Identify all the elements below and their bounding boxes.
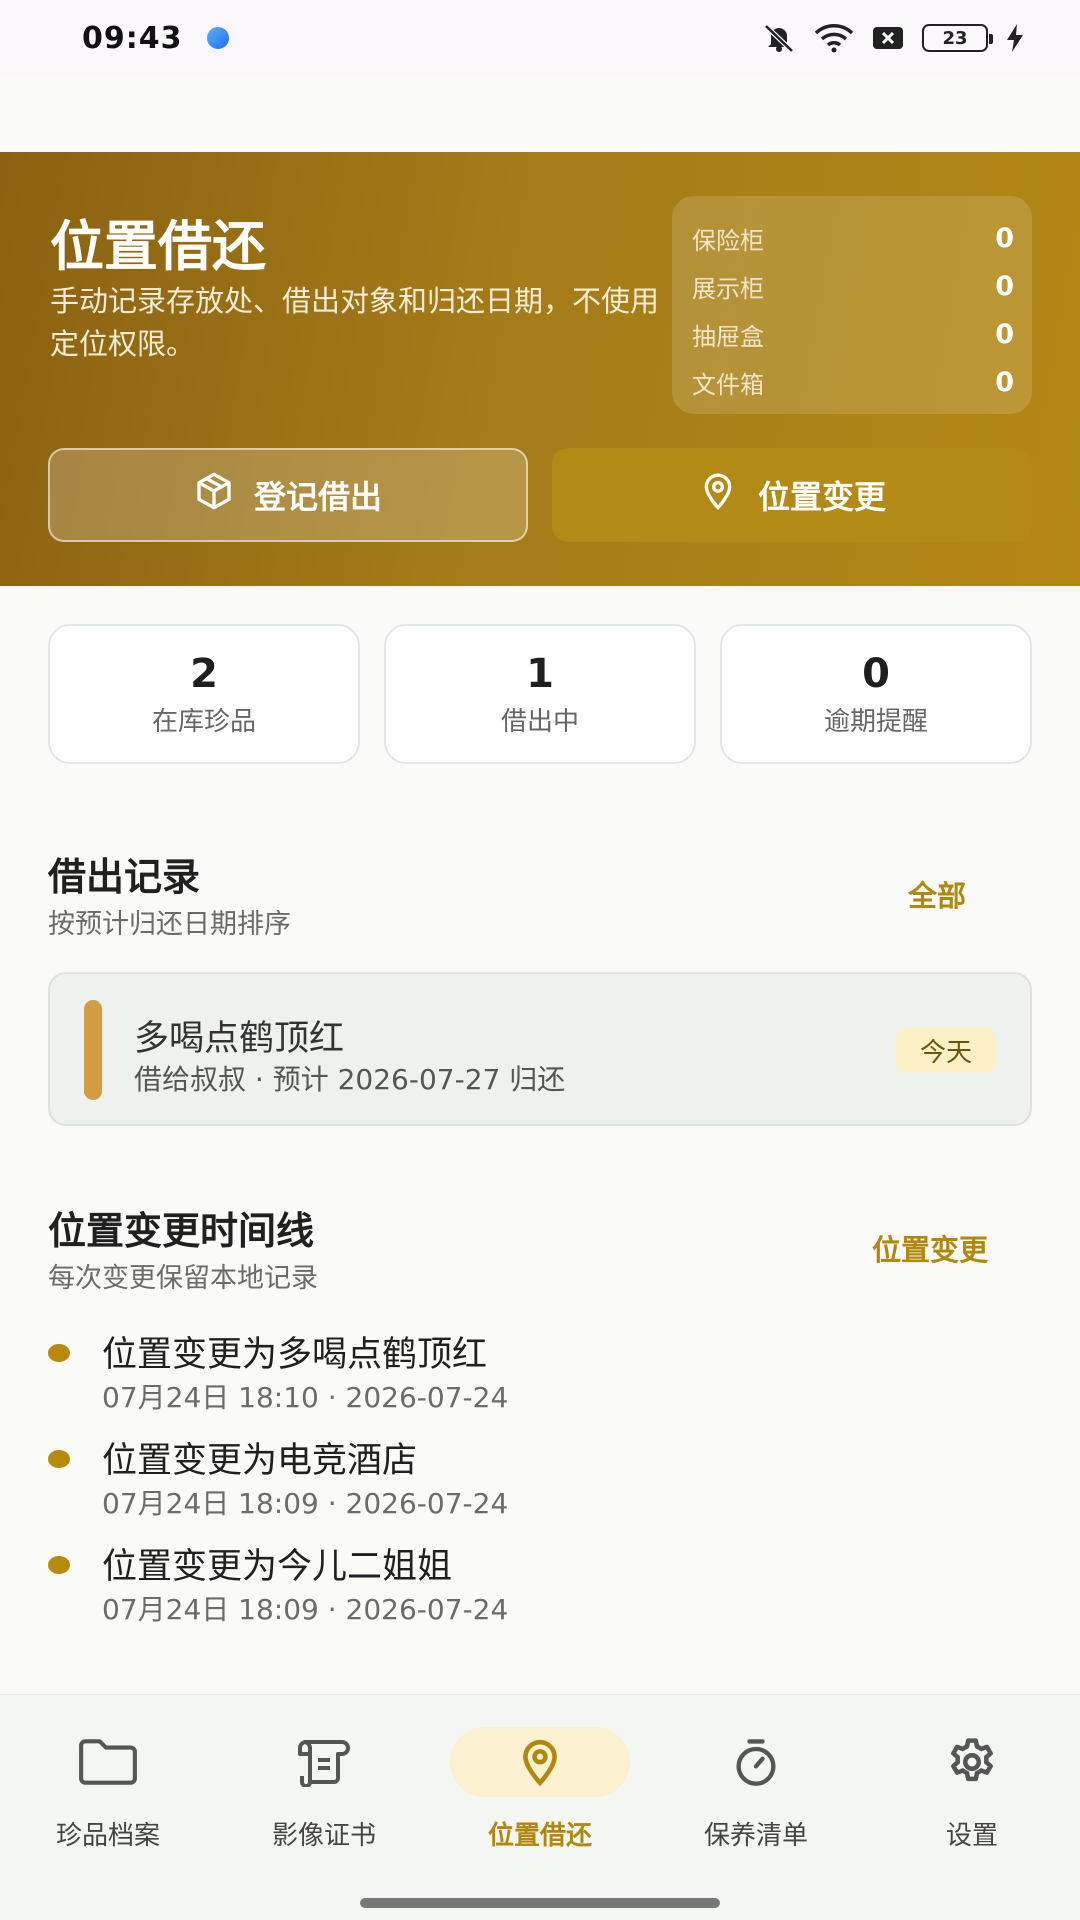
timer-icon	[666, 1727, 846, 1797]
timeline-change-location-link[interactable]: 位置变更	[872, 1227, 988, 1269]
storage-row-safe: 保险柜 0	[692, 214, 1014, 262]
bottom-navigation: 珍品档案 影像证书 位置借还 保养清单 设置	[0, 1694, 1080, 1880]
storage-label: 展示柜	[692, 274, 764, 303]
wifi-icon	[814, 23, 854, 53]
charging-bolt-icon	[1006, 24, 1024, 52]
timeline-title: 位置变更时间线	[48, 1209, 315, 1253]
stat-value: 2	[190, 650, 218, 697]
scroll-icon	[234, 1727, 414, 1797]
timeline-entry: 位置变更为多喝点鹤顶红 07月24日 18:10 · 2026-07-24	[48, 1326, 948, 1416]
due-badge: 今天	[896, 1028, 996, 1072]
status-time: 09:43	[82, 20, 183, 56]
loan-status-bar	[84, 1000, 102, 1100]
storage-label: 文件箱	[692, 370, 764, 399]
storage-count: 0	[995, 318, 1014, 350]
location-pin-icon	[698, 471, 738, 519]
storage-label: 抽屉盒	[692, 322, 764, 351]
timeline-entry: 位置变更为今儿二姐姐 07月24日 18:09 · 2026-07-24	[48, 1538, 948, 1628]
stat-value: 0	[862, 650, 890, 697]
timeline-dot	[48, 1450, 70, 1468]
stat-on-loan[interactable]: 1 借出中	[384, 624, 696, 764]
nav-label: 设置	[945, 1821, 998, 1851]
stat-in-stock[interactable]: 2 在库珍品	[48, 624, 360, 764]
mute-bell-icon	[762, 23, 796, 53]
storage-row-drawer-box: 抽屉盒 0	[692, 310, 1014, 358]
nav-item-maintenance-list[interactable]: 保养清单	[648, 1695, 864, 1881]
nav-item-location-loan[interactable]: 位置借还	[432, 1695, 648, 1881]
timeline-entry-title: 位置变更为多喝点鹤顶红	[102, 1335, 488, 1375]
view-all-link[interactable]: 全部	[908, 873, 966, 915]
status-bar: 09:43 23	[0, 0, 1080, 76]
timeline-entry-title: 位置变更为电竞酒店	[102, 1441, 418, 1481]
timeline-entry-time: 07月24日 18:09 · 2026-07-24	[102, 1487, 509, 1520]
timeline-entry: 位置变更为电竞酒店 07月24日 18:09 · 2026-07-24	[48, 1432, 948, 1522]
storage-count: 0	[995, 366, 1014, 398]
change-location-label: 位置变更	[757, 478, 886, 516]
nav-label: 影像证书	[271, 1821, 376, 1851]
loan-records-title: 借出记录	[48, 855, 201, 899]
status-icons: 23	[762, 23, 1024, 53]
register-loan-button[interactable]: 登记借出	[48, 448, 528, 542]
storage-summary-panel: 保险柜 0 展示柜 0 抽屉盒 0 文件箱 0	[672, 196, 1032, 414]
storage-count: 0	[995, 222, 1014, 254]
loan-item-detail: 借给叔叔 · 预计 2026-07-27 归还	[134, 1063, 566, 1096]
hero-banner: 位置借还 手动记录存放处、借出对象和归还日期，不使用定位权限。 保险柜 0 展示…	[0, 152, 1080, 586]
sim-off-icon	[872, 25, 904, 51]
battery-indicator: 23	[922, 24, 993, 52]
nav-item-settings[interactable]: 设置	[864, 1695, 1080, 1881]
location-pin-icon	[450, 1727, 630, 1797]
timeline-entry-time: 07月24日 18:10 · 2026-07-24	[102, 1381, 509, 1414]
register-loan-label: 登记借出	[253, 478, 382, 516]
page-title: 位置借还	[50, 215, 266, 278]
timeline-entry-title: 位置变更为今儿二姐姐	[102, 1547, 453, 1587]
stat-label: 逾期提醒	[823, 706, 928, 737]
nav-item-collection-archive[interactable]: 珍品档案	[0, 1695, 216, 1881]
timeline-dot	[48, 1344, 70, 1362]
stat-overdue[interactable]: 0 逾期提醒	[720, 624, 1032, 764]
timeline-dot	[48, 1556, 70, 1574]
stat-value: 1	[526, 650, 554, 697]
change-location-button[interactable]: 位置变更	[552, 448, 1032, 542]
storage-count: 0	[995, 270, 1014, 302]
nav-item-images-certificates[interactable]: 影像证书	[216, 1695, 432, 1881]
stat-label: 借出中	[500, 706, 579, 737]
timeline-subtitle: 每次变更保留本地记录	[48, 1263, 318, 1294]
folder-icon	[18, 1727, 198, 1797]
stat-label: 在库珍品	[151, 706, 256, 737]
gear-icon	[882, 1727, 1062, 1797]
storage-row-display-cabinet: 展示柜 0	[692, 262, 1014, 310]
nav-label: 保养清单	[703, 1821, 808, 1851]
nav-label: 珍品档案	[55, 1821, 160, 1851]
loan-item-name: 多喝点鹤顶红	[134, 1019, 345, 1059]
hero-description: 手动记录存放处、借出对象和归还日期，不使用定位权限。	[50, 284, 660, 361]
home-gesture-bar[interactable]	[360, 1898, 720, 1908]
storage-label: 保险柜	[692, 226, 764, 255]
app-notification-icon	[206, 27, 229, 49]
storage-row-file-box: 文件箱 0	[692, 358, 1014, 406]
box-icon	[194, 471, 234, 519]
loan-records-subtitle: 按预计归还日期排序	[48, 909, 291, 940]
timeline-entry-time: 07月24日 18:09 · 2026-07-24	[102, 1593, 509, 1626]
loan-record-card[interactable]: 多喝点鹤顶红 借给叔叔 · 预计 2026-07-27 归还 今天	[48, 972, 1032, 1126]
nav-label: 位置借还	[487, 1821, 592, 1851]
